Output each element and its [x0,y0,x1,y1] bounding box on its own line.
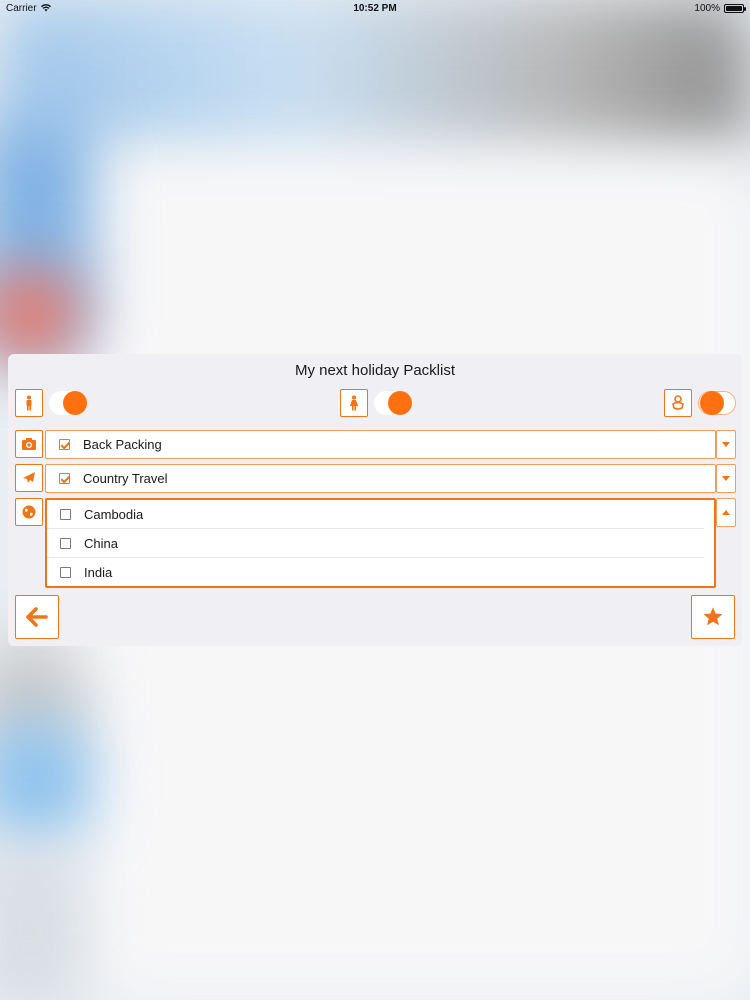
woman-button[interactable] [340,389,368,417]
backpacking-checkbox[interactable] [59,439,70,450]
country-travel-dropdown-button[interactable] [716,464,736,493]
destination-list: Cambodia China India [45,498,716,588]
india-checkbox[interactable] [60,567,71,578]
star-icon [703,607,723,626]
baby-toggle[interactable] [698,391,736,415]
list-item[interactable]: Cambodia [47,500,704,529]
destination-collapse-button[interactable] [716,498,736,527]
cambodia-checkbox[interactable] [60,508,71,520]
battery-icon [724,3,746,13]
country-travel-checkbox[interactable] [59,473,70,484]
country-travel-label: Country Travel [83,471,168,486]
chevron-down-icon [722,476,730,481]
list-item-label: China [84,535,118,551]
clock: 10:52 PM [353,2,397,14]
chevron-down-icon [722,442,730,447]
wifi-icon [40,4,51,12]
baby-button[interactable] [664,389,692,417]
country-travel-category-button[interactable] [15,464,43,492]
dialog-title: My next holiday Packlist [294,362,456,379]
destination-category-button[interactable] [15,498,43,526]
list-item[interactable]: China [47,529,704,558]
man-icon [26,395,32,411]
man-toggle[interactable] [49,391,87,415]
status-bar: Carrier 10:52 PM 100% [0,0,750,16]
list-item-label: Cambodia [84,506,144,522]
globe-icon [22,505,36,519]
arrow-left-icon [26,607,48,627]
airplane-icon [23,472,35,483]
woman-icon [350,395,358,411]
favorite-button[interactable] [691,595,735,639]
backpacking-dropdown-button[interactable] [716,430,736,459]
list-item-label: India [84,565,113,580]
carrier-label: Carrier [6,2,37,14]
list-item[interactable]: India [47,558,704,587]
backpacking-label: Back Packing [83,437,162,452]
man-button[interactable] [15,389,43,417]
battery-percent: 100% [694,2,720,14]
backpacking-field[interactable]: Back Packing [45,430,716,459]
china-checkbox[interactable] [60,537,71,549]
camera-icon [22,438,36,450]
chevron-up-icon [722,510,730,515]
packlist-dialog: My next holiday Packlist Back Packing Co… [8,354,742,646]
back-button[interactable] [15,595,59,639]
country-travel-field[interactable]: Country Travel [45,464,716,493]
baby-icon [672,395,684,410]
backpacking-category-button[interactable] [15,430,43,458]
woman-toggle[interactable] [374,391,412,415]
